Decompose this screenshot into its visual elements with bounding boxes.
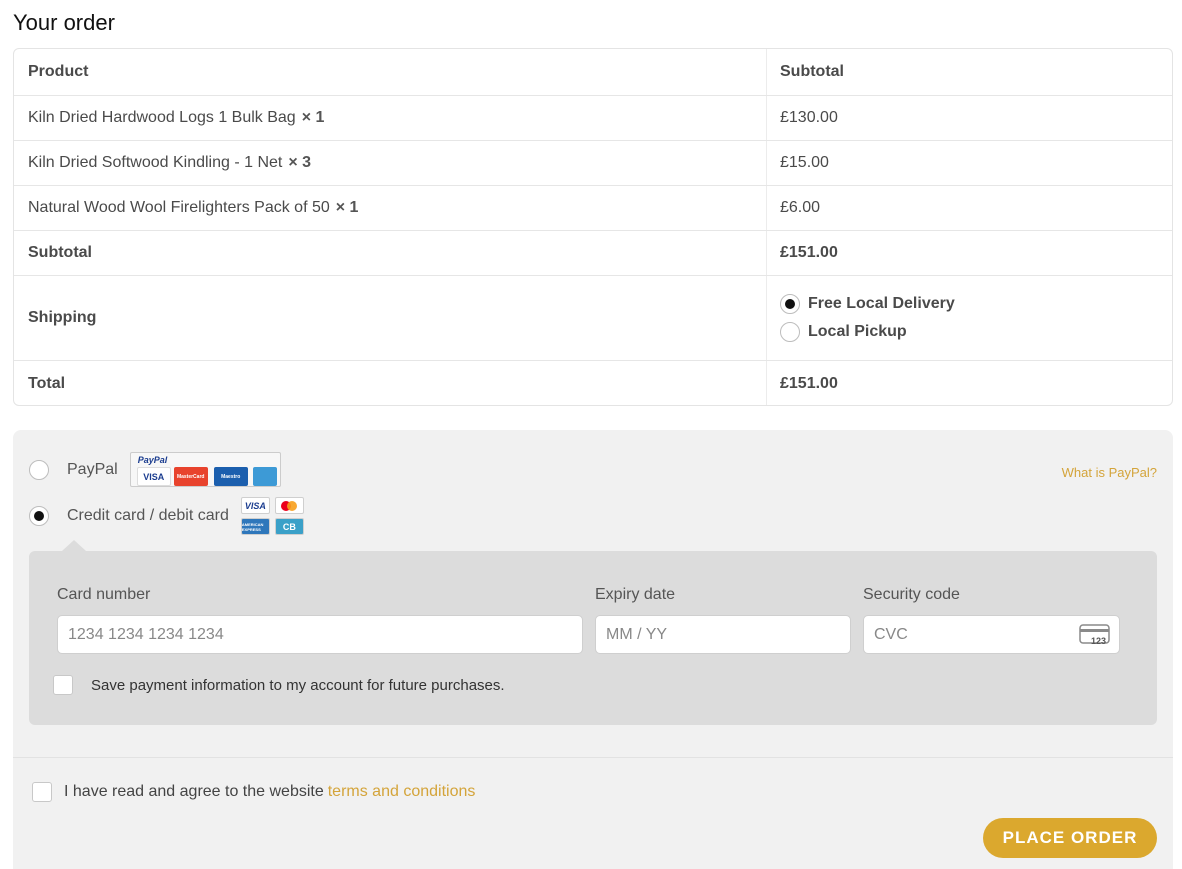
order-summary-table: Product Subtotal Kiln Dried Hardwood Log…: [13, 48, 1173, 406]
save-payment-info[interactable]: Save payment information to my account f…: [53, 675, 505, 695]
card-brand-logos: VISA AMERICAN EXPRESS CB: [240, 497, 304, 535]
shipping-row: Shipping Free Local Delivery Local Picku…: [14, 276, 1172, 361]
cvc-card-icon: 123: [1079, 624, 1110, 646]
product-name: Natural Wood Wool Firelighters Pack of 5…: [28, 199, 330, 216]
page-title: Your order: [13, 10, 115, 35]
paypal-label[interactable]: PayPal: [67, 461, 118, 479]
place-order-button[interactable]: PLACE ORDER: [983, 818, 1157, 858]
security-code-label: Security code: [863, 586, 960, 603]
shipping-option-local-pickup[interactable]: Local Pickup: [780, 322, 907, 342]
mastercard-icon: [274, 497, 304, 514]
expiry-date-label: Expiry date: [595, 586, 676, 603]
terms-link[interactable]: terms and conditions: [328, 783, 476, 801]
product-price: £130.00: [780, 109, 838, 126]
visa-logo: VISA: [136, 467, 171, 486]
cvc-icon-label: 123: [1091, 636, 1106, 646]
visa-logo: VISA: [240, 497, 270, 514]
table-row: Kiln Dried Hardwood Logs 1 Bulk Bag × 1 …: [14, 96, 1172, 141]
column-header-subtotal: Subtotal: [780, 63, 844, 80]
product-price: £6.00: [780, 199, 821, 216]
cb-logo: CB: [274, 518, 304, 535]
payment-method-paypal[interactable]: PayPal PayPal VISA MasterCard Maestro: [29, 452, 281, 487]
mastercard-logo: MasterCard: [173, 467, 208, 486]
subtotal-value: £151.00: [780, 244, 838, 261]
maestro-logo: Maestro: [213, 467, 248, 486]
table-row: Natural Wood Wool Firelighters Pack of 5…: [14, 186, 1172, 231]
subtotal-label: Subtotal: [28, 244, 92, 261]
shipping-option-free-local-delivery[interactable]: Free Local Delivery: [780, 294, 955, 314]
paypal-radio[interactable]: [29, 459, 49, 480]
card-radio[interactable]: [29, 506, 49, 526]
total-label: Total: [28, 374, 66, 392]
total-row: Total £151.00: [14, 361, 1172, 405]
subtotal-row: Subtotal £151.00: [14, 231, 1172, 276]
product-quantity: × 1: [335, 199, 359, 216]
shipping-option-label: Local Pickup: [808, 323, 907, 340]
save-payment-checkbox[interactable]: [53, 675, 73, 695]
paypal-cards-logo: PayPal VISA MasterCard Maestro: [129, 452, 281, 487]
card-method-label[interactable]: Credit card / debit card: [67, 507, 229, 525]
total-value: £151.00: [780, 374, 838, 392]
terms-checkbox[interactable]: [32, 782, 52, 802]
amex-logo: [252, 467, 277, 486]
shipping-option-label: Free Local Delivery: [808, 295, 955, 312]
product-name: Kiln Dried Hardwood Logs 1 Bulk Bag: [28, 109, 296, 126]
cvc-placeholder: CVC: [874, 625, 908, 643]
payment-section: PayPal PayPal VISA MasterCard Maestro Wh…: [13, 430, 1173, 869]
terms-agreement[interactable]: I have read and agree to the website ter…: [32, 782, 475, 802]
table-header-row: Product Subtotal: [14, 49, 1172, 96]
radio-button[interactable]: [780, 322, 800, 342]
product-quantity: × 3: [288, 154, 312, 171]
product-quantity: × 1: [301, 109, 325, 126]
terms-text: I have read and agree to the website: [64, 783, 324, 800]
product-price: £15.00: [780, 154, 829, 171]
card-number-input[interactable]: 1234 1234 1234 1234: [57, 615, 583, 654]
card-number-label: Card number: [57, 586, 151, 603]
save-payment-label: Save payment information to my account f…: [91, 676, 505, 694]
amex-logo: AMERICAN EXPRESS: [240, 518, 270, 535]
expiry-date-input[interactable]: MM / YY: [595, 615, 851, 654]
radio-button-selected[interactable]: [780, 294, 800, 314]
product-name: Kiln Dried Softwood Kindling - 1 Net: [28, 154, 283, 171]
payment-method-card[interactable]: Credit card / debit card VISA AMERICAN E…: [29, 497, 304, 535]
paypal-logo: PayPal: [137, 455, 168, 465]
table-row: Kiln Dried Softwood Kindling - 1 Net × 3…: [14, 141, 1172, 186]
what-is-paypal-link[interactable]: What is PayPal?: [1062, 465, 1157, 480]
shipping-label: Shipping: [28, 309, 97, 326]
column-header-product: Product: [28, 63, 89, 80]
card-details-form: Card number 1234 1234 1234 1234 Expiry d…: [29, 540, 1157, 725]
